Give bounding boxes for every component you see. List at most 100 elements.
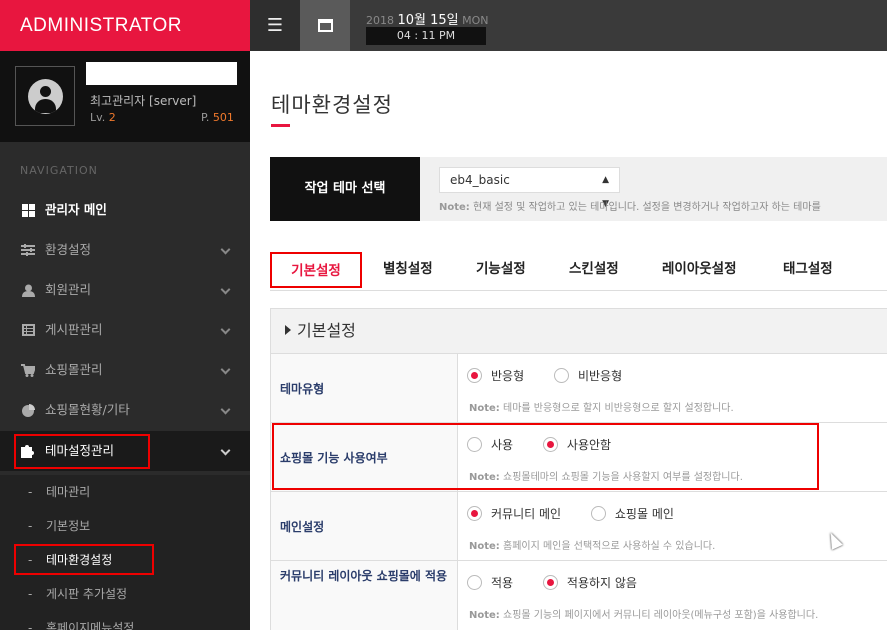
row-community-layout: 커뮤니티 레이아웃 쇼핑몰에 적용 적용 적용하지 않음 Note: 쇼핑몰 기…	[271, 561, 887, 630]
profile-name	[86, 62, 237, 85]
radio-unchecked[interactable]	[553, 368, 569, 383]
tab-skin[interactable]: 스킨설정	[569, 252, 619, 288]
theme-select-panel: 작업 테마 선택 eb4_basic ▲ ▼ Note: 현재 설정 및 작업하고 …	[270, 157, 887, 221]
option-label: 커뮤니티 메인	[491, 507, 562, 521]
note-text: 현재 설정 및 작업하고 있는 테마입니다. 설정을 변경하거나 작업하고자 하…	[473, 202, 821, 213]
tab-layout[interactable]: 레이아웃설정	[662, 252, 737, 288]
date-display: 2018 10월 15일 MON	[366, 9, 489, 28]
title-underline	[271, 124, 290, 127]
subnav-label: 기본정보	[46, 519, 91, 533]
bullet-dash: -	[28, 587, 33, 601]
highlight-box	[272, 423, 819, 490]
radio-checked[interactable]	[467, 368, 482, 383]
weekday: MON	[462, 14, 489, 27]
sliders-icon	[21, 243, 35, 257]
profile-role: 최고관리자 [server]	[90, 94, 197, 108]
nav-item-label: 환경설정	[45, 242, 92, 257]
nav-item-shop[interactable]: 쇼핑몰관리	[0, 350, 250, 390]
nav-item-label: 쇼핑몰관리	[45, 362, 103, 377]
year: 2018	[366, 14, 394, 27]
tab-alias[interactable]: 별칭설정	[383, 252, 433, 288]
nav-item-boards[interactable]: 게시판관리	[0, 310, 250, 350]
note-text: 테마를 반응형으로 할지 비반응형으로 할지 설정합니다.	[503, 403, 734, 414]
radio-group: 커뮤니티 메인 쇼핑몰 메인	[467, 505, 700, 522]
option-label: 적용하지 않음	[566, 576, 637, 590]
page-title: 테마환경설정	[271, 93, 393, 117]
radio-option[interactable]: 비반응형	[553, 367, 623, 384]
note-text: 쇼핑몰 기능의 페이지에서 커뮤니티 레이아웃(메뉴구성 포함)을 사용합니다.	[503, 610, 819, 621]
note-label: Note:	[469, 403, 500, 414]
nav-item-label: 회원관리	[45, 282, 92, 297]
row-label: 메인설정	[271, 492, 458, 560]
dashboard-icon	[21, 203, 35, 217]
sidebar: ADMINISTRATOR 최고관리자 [server] Lv. 2 P. 50…	[0, 0, 250, 630]
user-icon	[21, 283, 35, 297]
highlight-box	[14, 434, 150, 469]
tab-divider	[270, 290, 887, 291]
nav-item-label: 쇼핑몰현황/기타	[45, 402, 130, 417]
tab-basic[interactable]: 기본설정	[270, 252, 362, 288]
radio-checked[interactable]	[467, 506, 482, 521]
chevron-down-icon	[220, 404, 231, 415]
menu-toggle-button[interactable]: ☰	[250, 0, 300, 51]
section-header[interactable]: 기본설정	[271, 309, 887, 354]
chevron-down-icon	[220, 284, 231, 295]
profile-points: P. 501	[201, 111, 234, 124]
radio-group: 적용 적용하지 않음	[467, 574, 663, 591]
nav-item-admin-main[interactable]: 관리자 메인	[0, 190, 250, 230]
row-main-setting: 메인설정 커뮤니티 메인 쇼핑몰 메인 Note: 홈페이지 메인을 선택적으로…	[271, 492, 887, 561]
tab-tag[interactable]: 태그설정	[783, 252, 833, 288]
note-label: Note:	[469, 541, 500, 552]
radio-option[interactable]: 반응형	[467, 367, 524, 384]
theme-select-value: eb4_basic	[450, 173, 510, 187]
option-label: 적용	[491, 576, 514, 590]
nav-item-members[interactable]: 회원관리	[0, 270, 250, 310]
option-label: 쇼핑몰 메인	[614, 507, 674, 521]
subnav-item-board-extra[interactable]: - 게시판 추가설정	[0, 577, 250, 611]
row-note: Note: 테마를 반응형으로 할지 비반응형으로 할지 설정합니다.	[469, 399, 734, 414]
profile-level: Lv. 2	[90, 111, 116, 124]
chevron-down-icon	[220, 445, 231, 456]
row-label: 커뮤니티 레이아웃 쇼핑몰에 적용	[271, 561, 458, 630]
row-note: Note: 쇼핑몰 기능의 페이지에서 커뮤니티 레이아웃(메뉴구성 포함)을 …	[469, 606, 818, 621]
subnav-item-homepage-menu[interactable]: - 홈페이지메뉴설정	[0, 611, 250, 630]
bullet-dash: -	[28, 485, 33, 499]
bullet-dash: -	[28, 519, 33, 533]
tab-function[interactable]: 기능설정	[476, 252, 526, 288]
hamburger-icon: ☰	[266, 15, 284, 36]
subnav-item-theme-manage[interactable]: - 테마관리	[0, 475, 250, 509]
avatar[interactable]	[15, 66, 75, 126]
radio-option[interactable]: 커뮤니티 메인	[467, 505, 561, 522]
radio-option[interactable]: 쇼핑몰 메인	[590, 505, 674, 522]
nav-item-settings[interactable]: 환경설정	[0, 230, 250, 270]
chevron-down-icon	[220, 324, 231, 335]
bullet-dash: -	[28, 621, 33, 630]
nav-item-label: 게시판관리	[45, 322, 103, 337]
theme-select-dropdown[interactable]: eb4_basic ▲ ▼	[439, 167, 620, 209]
list-icon	[21, 323, 35, 337]
row-theme-type: 테마유형 반응형 비반응형 Note: 테마를 반응형으로 할지 비반응형으로 …	[271, 354, 887, 423]
row-note: Note: 홈페이지 메인을 선택적으로 사용하실 수 있습니다.	[469, 537, 715, 552]
section-title: 기본설정	[297, 321, 356, 340]
window-icon	[317, 19, 333, 32]
radio-option[interactable]: 적용하지 않음	[542, 574, 637, 591]
radio-option[interactable]: 적용	[467, 574, 513, 591]
nav-item-shop-stats[interactable]: 쇼핑몰현황/기타	[0, 390, 250, 430]
topbar: ☰ 2018 10월 15일 MON 04 : 11 PM	[250, 0, 887, 51]
cart-icon	[21, 363, 35, 377]
radio-checked[interactable]	[542, 575, 558, 590]
subnav-label: 게시판 추가설정	[46, 587, 128, 601]
option-label: 비반응형	[577, 369, 623, 383]
level-label: Lv.	[90, 111, 106, 124]
tab-bar: 기본설정 별칭설정 기능설정 스킨설정 레이아웃설정 태그설정	[270, 252, 887, 292]
radio-unchecked[interactable]	[467, 575, 482, 590]
subnav-item-basic-info[interactable]: - 기본정보	[0, 509, 250, 543]
row-label: 테마유형	[271, 354, 458, 422]
radio-group: 반응형 비반응형	[467, 367, 648, 384]
radio-unchecked[interactable]	[590, 506, 606, 521]
brand-logo[interactable]: ADMINISTRATOR	[0, 0, 250, 51]
window-button[interactable]	[300, 0, 350, 51]
points-label: P.	[201, 111, 210, 124]
chevron-down-icon	[220, 364, 231, 375]
note-label: Note:	[469, 610, 500, 621]
